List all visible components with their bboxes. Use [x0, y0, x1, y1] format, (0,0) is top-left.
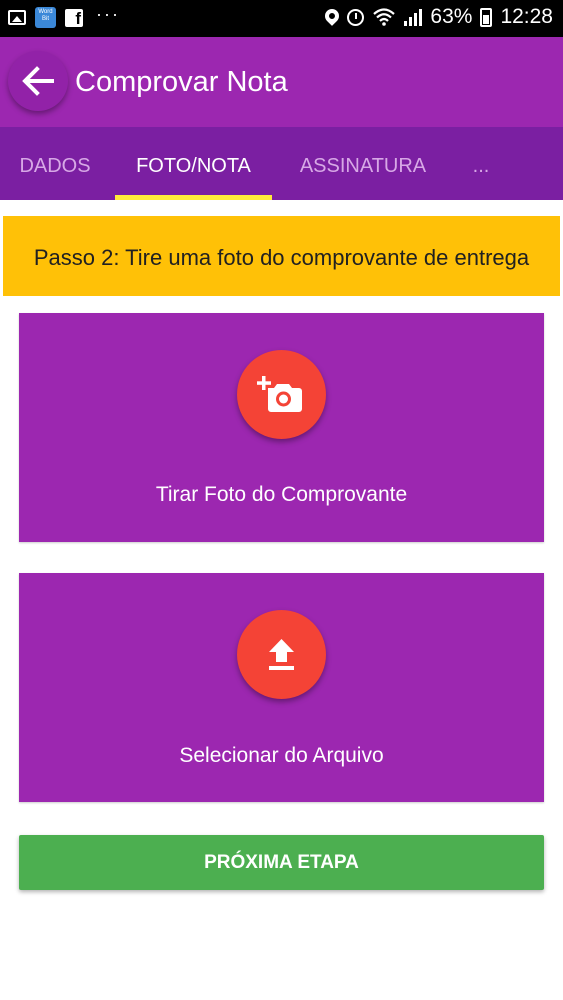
- wifi-icon: [373, 8, 396, 26]
- tab-more[interactable]: ...: [456, 127, 506, 200]
- image-notification-icon: [8, 10, 26, 25]
- take-photo-card[interactable]: Tirar Foto do Comprovante: [19, 313, 544, 542]
- active-tab-indicator: [115, 195, 272, 200]
- take-photo-label: Tirar Foto do Comprovante: [155, 483, 408, 506]
- add-a-photo-icon: [257, 376, 302, 412]
- step-banner: Passo 2: Tire uma foto do comprovante de…: [3, 216, 560, 296]
- tab-bar: DADOS FOTO/NOTA ASSINATURA ...: [0, 127, 563, 200]
- take-photo-button[interactable]: [237, 350, 326, 439]
- battery-percent: 63%: [430, 5, 473, 28]
- app-bar: Comprovar Nota: [0, 37, 563, 127]
- back-button[interactable]: [8, 51, 68, 111]
- notification-icons: Word Bit f ···: [8, 4, 120, 28]
- page-title: Comprovar Nota: [75, 66, 288, 98]
- arrow-left-icon: [22, 66, 54, 96]
- status-bar: Word Bit f ··· 63% 12:28: [0, 0, 563, 37]
- signal-icon: [404, 8, 423, 26]
- more-notifications-icon: ···: [96, 4, 120, 24]
- select-file-card[interactable]: Selecionar do Arquivo: [19, 573, 544, 802]
- select-file-label: Selecionar do Arquivo: [179, 744, 384, 767]
- clock: 12:28: [500, 5, 553, 28]
- tab-assinatura[interactable]: ASSINATURA: [280, 127, 446, 200]
- upload-icon: [269, 639, 294, 670]
- tab-dados[interactable]: DADOS: [0, 127, 110, 200]
- select-file-button[interactable]: [237, 610, 326, 699]
- location-icon: [322, 5, 343, 26]
- battery-icon: [480, 7, 493, 27]
- system-icons: 63% 12:28: [322, 5, 553, 29]
- alarm-icon: [347, 8, 365, 26]
- tab-foto-nota[interactable]: FOTO/NOTA: [115, 127, 272, 200]
- wordbit-app-icon: Word Bit: [35, 7, 56, 28]
- facebook-icon: f: [65, 8, 83, 28]
- next-step-button[interactable]: PRÓXIMA ETAPA: [19, 835, 544, 890]
